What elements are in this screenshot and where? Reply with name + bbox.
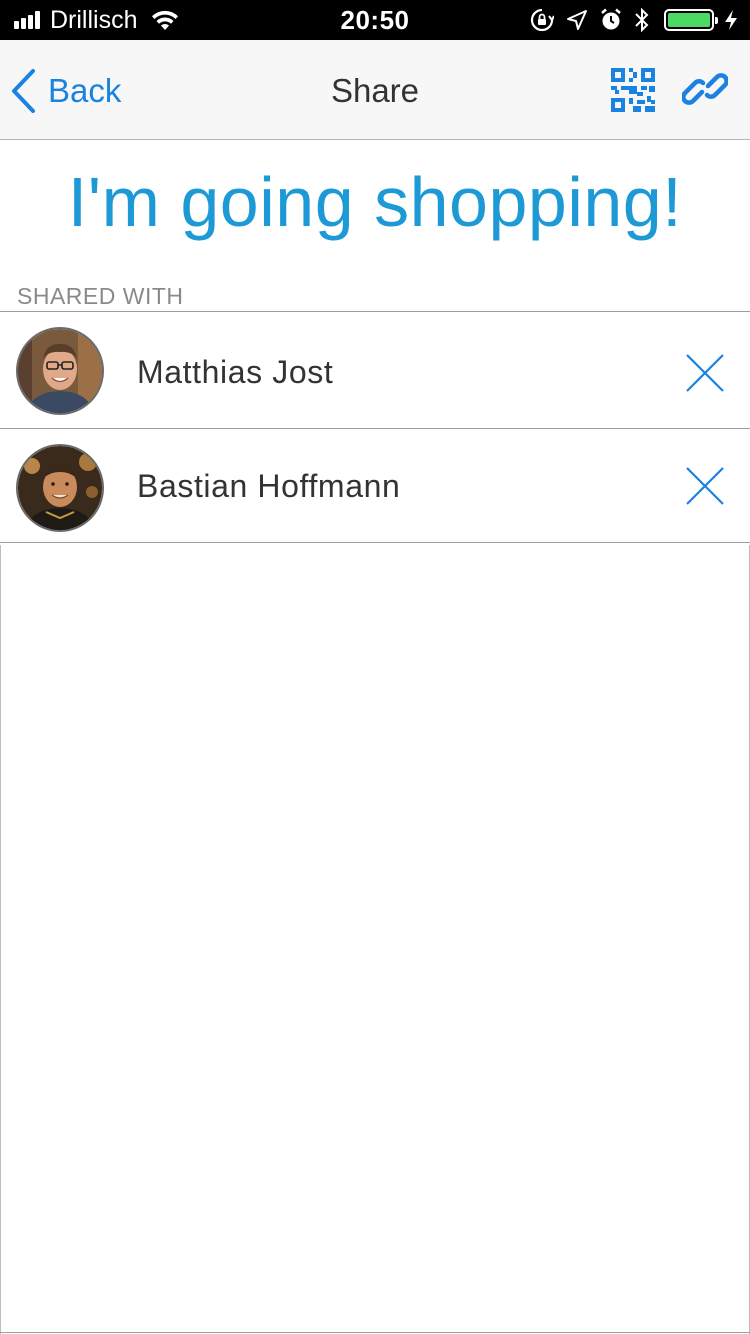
avatar [16, 444, 104, 532]
battery-icon [664, 9, 718, 31]
orientation-lock-icon [530, 8, 554, 32]
list-item[interactable]: Matthias Jost [0, 312, 750, 429]
alarm-icon [601, 8, 621, 30]
link-icon[interactable] [682, 66, 728, 112]
location-icon [567, 10, 587, 30]
divider [0, 545, 1, 1334]
status-bar: Drillisch 20:50 [0, 0, 750, 40]
qr-code-icon[interactable] [611, 68, 655, 112]
list-item[interactable]: Bastian Hoffmann [0, 429, 750, 543]
back-button[interactable]: Back [10, 66, 121, 116]
chevron-left-icon [12, 69, 35, 113]
close-icon[interactable] [684, 465, 726, 507]
charging-icon [725, 10, 737, 30]
divider [0, 1332, 750, 1333]
section-header: SHARED WITH [17, 283, 184, 309]
person-name: Bastian Hoffmann [137, 468, 401, 504]
avatar [16, 327, 104, 415]
list-title: I'm going shopping! [67, 163, 683, 241]
navigation-bar: Back Share [0, 40, 750, 140]
back-button-label: Back [48, 72, 122, 109]
person-name: Matthias Jost [137, 354, 334, 390]
shared-with-list: Matthias Jost Bastian Hoffmann [0, 311, 750, 543]
status-right [518, 0, 738, 40]
close-icon[interactable] [684, 352, 726, 394]
bluetooth-icon [635, 7, 649, 33]
